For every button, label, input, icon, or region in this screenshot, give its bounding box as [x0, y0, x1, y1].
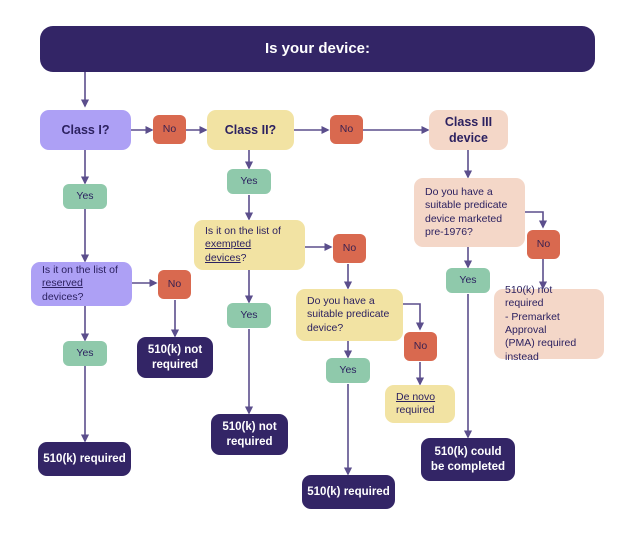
node-notreq-reserved-line2: required [151, 358, 198, 371]
header-title: Is your device: [264, 40, 371, 58]
node-notreq-reserved-line1: 510(k) not [147, 343, 203, 356]
node-predicate-c3-line1: Do you have a [425, 185, 493, 198]
node-510k-not-required-reserved[interactable]: 510(k) not required [137, 337, 213, 378]
node-reserved-tail: devices? [42, 290, 84, 303]
node-predicate-c2-line3: device? [307, 321, 344, 334]
node-pma-line3: (PMA) required [505, 337, 577, 350]
node-class-1[interactable]: Class I? [40, 110, 131, 150]
node-no-class-1[interactable]: No [153, 115, 186, 144]
node-510k-required-reserved[interactable]: 510(k) required [38, 442, 131, 476]
node-exempted-line1: Is it on the list of [205, 224, 281, 237]
node-exempted-question[interactable]: Is it on the list of exempted devices? [194, 220, 305, 270]
node-de-novo-required[interactable]: De novo required [385, 385, 455, 423]
node-yes-predicate-class2[interactable]: Yes [326, 358, 370, 383]
node-reserved-question[interactable]: Is it on the list of reserved devices? [31, 262, 132, 306]
node-yes-exempted[interactable]: Yes [227, 303, 271, 328]
node-no-exempted-label: No [342, 241, 357, 254]
node-notreq-exempted-line1: 510(k) not [222, 420, 277, 433]
node-yes-predicate-class3[interactable]: Yes [446, 268, 490, 293]
node-predicate-question-class2[interactable]: Do you have a suitable predicate device? [296, 289, 403, 341]
node-could-completed-line1: 510(k) could [434, 445, 502, 458]
node-predicate-question-class3[interactable]: Do you have a suitable predicate device … [414, 178, 525, 247]
node-notreq-exempted-line2: required [226, 435, 273, 448]
node-yes-class-1-label: Yes [76, 189, 94, 202]
node-pma-line1: 510(k) not required [505, 283, 553, 310]
node-predicate-c2-line1: Do you have a [307, 294, 375, 307]
node-no-predicate-c2-label: No [413, 339, 428, 352]
node-no-exempted[interactable]: No [333, 234, 366, 263]
node-class-3-line2: device [449, 131, 488, 145]
node-reserved-underlined: reserved [42, 277, 83, 290]
node-no-predicate-c3-label: No [536, 237, 551, 250]
node-de-novo-line2: required [396, 404, 435, 416]
node-yes-class-1[interactable]: Yes [63, 184, 107, 209]
node-510k-required-c2-label: 510(k) required [307, 485, 390, 498]
node-could-completed-line2: be completed [430, 460, 506, 473]
node-yes-class-2-label: Yes [240, 174, 258, 187]
node-de-novo-underlined: De novo [396, 390, 436, 403]
node-no-predicate-class2[interactable]: No [404, 332, 437, 361]
connector-predicate-c3-to-no [525, 211, 548, 229]
node-no-class-2-label: No [339, 122, 354, 135]
connector-predicate-c2-to-no [403, 303, 425, 331]
node-pma-line2: - Premarket Approval [505, 310, 560, 336]
node-510k-required-reserved-label: 510(k) required [43, 452, 126, 465]
node-no-reserved-label: No [167, 277, 182, 290]
node-class-3-line1: Class III [444, 115, 493, 129]
node-predicate-c2-line2: suitable predicate [307, 308, 390, 321]
node-class-3-device[interactable]: Class III device [429, 110, 508, 150]
node-class-1-label: Class I? [61, 123, 110, 137]
node-predicate-c3-line2: suitable predicate [425, 199, 508, 212]
flowchart-canvas: Is your device: Class I? No Class II? No… [0, 0, 642, 555]
node-yes-predicate-c2-label: Yes [339, 363, 357, 376]
node-yes-exempted-label: Yes [240, 308, 258, 321]
node-class-2[interactable]: Class II? [207, 110, 294, 150]
node-510k-could-be-completed[interactable]: 510(k) could be completed [421, 438, 515, 481]
node-yes-class-2[interactable]: Yes [227, 169, 271, 194]
node-510k-not-required-exempted[interactable]: 510(k) not required [211, 414, 288, 455]
node-no-class-1-label: No [162, 122, 177, 135]
node-predicate-c3-line3: device marketed [425, 212, 503, 225]
node-pma-required[interactable]: 510(k) not required - Premarket Approval… [494, 284, 604, 363]
header-banner: Is your device: [40, 26, 595, 72]
node-exempted-tail: ? [240, 251, 247, 264]
node-yes-reserved-label: Yes [76, 346, 94, 359]
node-class-2-label: Class II? [224, 123, 277, 137]
node-yes-reserved[interactable]: Yes [63, 341, 107, 366]
node-no-reserved[interactable]: No [158, 270, 191, 299]
node-pma-line4: instead [505, 350, 539, 363]
node-no-predicate-class3[interactable]: No [527, 230, 560, 259]
node-no-class-2[interactable]: No [330, 115, 363, 144]
node-reserved-line1: Is it on the list of [42, 263, 118, 276]
node-predicate-c3-line4: pre-1976? [425, 225, 473, 238]
node-510k-required-predicate-class2[interactable]: 510(k) required [302, 475, 395, 509]
node-yes-predicate-c3-label: Yes [459, 273, 477, 286]
